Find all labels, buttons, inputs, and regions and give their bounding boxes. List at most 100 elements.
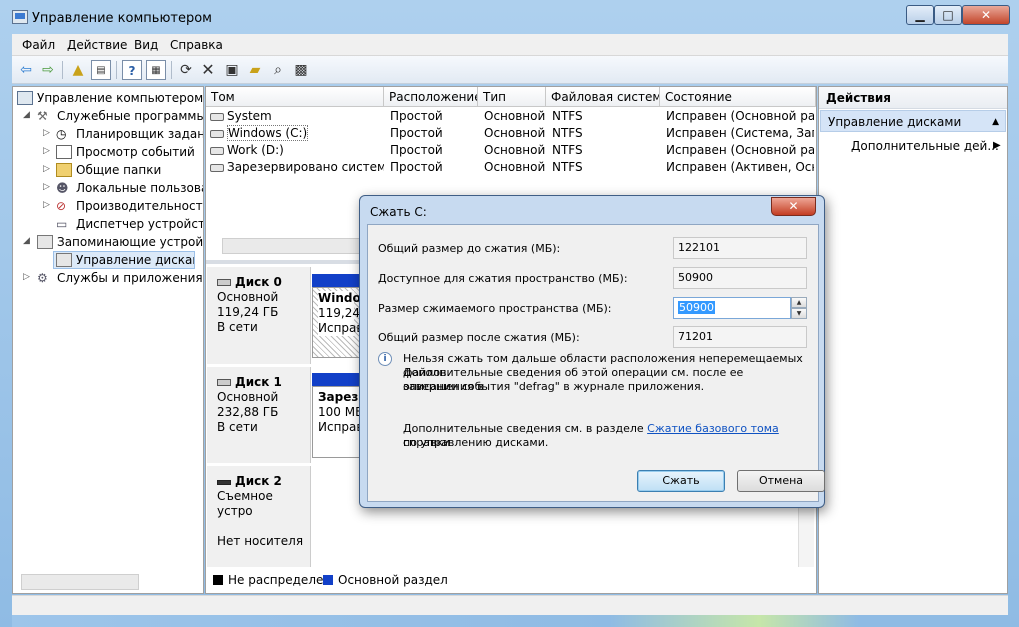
shrink-size-input[interactable]: 50900 (673, 297, 791, 319)
disk-type: Основной (217, 390, 279, 404)
computer-management-icon (12, 10, 28, 24)
volume-type: Основной (484, 109, 546, 123)
help-text-line-2: по управлению дисками. (403, 436, 549, 449)
maximize-button[interactable]: □ (934, 5, 962, 25)
desktop-background (12, 615, 1008, 627)
collapse-icon[interactable]: ◢ (23, 236, 30, 246)
info-note-line-3: описании события "defrag" в журнале прил… (403, 380, 705, 393)
volume-type: Основной (484, 143, 546, 157)
disk-type: Основной (217, 290, 279, 304)
tree-item-devices[interactable]: ▭ Диспетчер устройств (13, 216, 203, 234)
expand-icon[interactable]: ▷ (23, 272, 30, 282)
volume-type: Основной (484, 126, 546, 140)
menu-file[interactable]: Файл (22, 38, 55, 52)
close-button[interactable]: ✕ (962, 5, 1010, 25)
volume-status: Исправен (Основной разде (666, 109, 814, 123)
partition-windows[interactable]: Window 119,24 Исправ (312, 287, 360, 358)
disk-1-label[interactable]: Диск 1 Основной 232,88 ГБ В сети (207, 367, 311, 463)
event-viewer-icon (56, 145, 72, 159)
tree-item-shared[interactable]: ▷ Общие папки (13, 162, 203, 180)
dialog-title: Сжать С: (370, 205, 427, 219)
toolbar-separator (116, 61, 117, 79)
title-bar: Управление компьютером ▁ □ ✕ (0, 0, 1019, 34)
submenu-arrow-icon[interactable]: ▶ (993, 140, 1001, 151)
actions-pane: Действия Управление дисками ▲ Дополнител… (818, 86, 1008, 594)
actions-more-item[interactable]: Дополнительные дей... (851, 139, 999, 153)
settings-icon[interactable]: ▩ (291, 60, 311, 80)
disk-name: Диск 0 (235, 275, 282, 289)
tree-horizontal-scrollbar[interactable] (21, 574, 139, 590)
up-folder-icon[interactable]: ▲ (68, 60, 88, 80)
delete-icon[interactable]: ✕ (198, 60, 218, 80)
menu-action[interactable]: Действие (67, 38, 127, 52)
volume-list-horizontal-scrollbar[interactable] (222, 238, 372, 254)
properties-icon[interactable]: ▦ (146, 60, 166, 80)
column-header-volume[interactable]: Том (206, 87, 384, 107)
expand-icon[interactable]: ▷ (43, 128, 50, 138)
tree-item-root[interactable]: Управление компьютером (л (13, 90, 203, 108)
disk-name: Диск 1 (235, 375, 282, 389)
tree-item-scheduler[interactable]: ▷ ◷ Планировщик заданий (13, 126, 203, 144)
forward-arrow-icon[interactable]: ⇨ (38, 60, 58, 80)
console-tree: Управление компьютером (л ◢ ⚒ Служебные … (12, 86, 204, 594)
collapse-icon[interactable]: ◢ (23, 110, 30, 120)
shrink-dialog: Сжать С: ✕ Общий размер до сжатия (МБ): … (359, 195, 825, 508)
column-header-type[interactable]: Тип (478, 87, 546, 107)
volume-status: Исправен (Система, Загру (666, 126, 814, 140)
volume-type: Основной (484, 160, 546, 174)
menu-help[interactable]: Справка (170, 38, 223, 52)
after-size-label: Общий размер после сжатия (МБ): (378, 331, 580, 344)
clock-icon: ◷ (56, 127, 67, 141)
expand-icon[interactable]: ▷ (43, 182, 50, 192)
volume-name: Work (D:) (227, 143, 284, 157)
tree-item-apps[interactable]: ▷ ⚙ Службы и приложения (13, 270, 203, 288)
expand-icon[interactable]: ▷ (43, 164, 50, 174)
tree-item-perf[interactable]: ▷ ⊘ Производительность (13, 198, 203, 216)
tree-item-events[interactable]: ▷ Просмотр событий (13, 144, 203, 162)
spin-up-button[interactable]: ▲ (791, 297, 807, 308)
properties2-icon[interactable]: ▣ (222, 60, 242, 80)
disk-0-label[interactable]: Диск 0 Основной 119,24 ГБ В сети (207, 267, 311, 364)
search-icon[interactable]: ⌕ (268, 60, 288, 80)
refresh-icon[interactable]: ⟳ (176, 60, 196, 80)
tree-item-label: Просмотр событий (76, 145, 195, 159)
back-arrow-icon[interactable]: ⇦ (16, 60, 36, 80)
shrink-size-value: 50900 (678, 301, 715, 314)
dialog-body: Общий размер до сжатия (МБ): 122101 Дост… (367, 224, 825, 502)
dialog-close-button[interactable]: ✕ (771, 197, 816, 216)
collapse-up-icon[interactable]: ▲ (992, 111, 999, 133)
actions-section-disk-management[interactable]: Управление дисками ▲ (820, 110, 1006, 132)
console-tree-icon[interactable]: ▤ (91, 60, 111, 80)
shrink-button[interactable]: Сжать (637, 470, 725, 492)
computer-icon (17, 91, 33, 105)
disk-management-icon (56, 253, 72, 267)
tree-item-label: Служебные программы (57, 109, 203, 123)
volume-fs: NTFS (552, 126, 583, 140)
tree-item-services[interactable]: ◢ ⚒ Служебные программы (13, 108, 203, 126)
expand-icon[interactable]: ▷ (43, 200, 50, 210)
menu-view[interactable]: Вид (134, 38, 158, 52)
tree-item-storage[interactable]: ◢ Запоминающие устройст (13, 234, 203, 252)
cancel-button[interactable]: Отмена (737, 470, 825, 492)
expand-icon[interactable]: ▷ (43, 146, 50, 156)
column-header-status[interactable]: Состояние (660, 87, 816, 107)
disk-2-label[interactable]: Диск 2 Съемное устро Нет носителя (207, 466, 311, 567)
info-icon: i (378, 352, 392, 366)
open-icon[interactable]: ▰ (245, 60, 265, 80)
help-icon[interactable]: ? (122, 60, 142, 80)
spin-down-button[interactable]: ▼ (791, 308, 807, 319)
tree-item-diskmgmt[interactable]: Управление дисками (53, 251, 195, 269)
volume-layout: Простой (390, 126, 443, 140)
column-header-layout[interactable]: Расположение (384, 87, 478, 107)
legend-swatch-primary (323, 575, 333, 585)
volume-icon (210, 146, 224, 155)
shrink-size-label: Размер сжимаемого пространства (МБ): (378, 302, 612, 315)
column-header-filesystem[interactable]: Файловая система (546, 87, 660, 107)
tree-item-users[interactable]: ▷ ☻ Локальные пользовате (13, 180, 203, 198)
users-icon: ☻ (56, 181, 69, 195)
minimize-button[interactable]: ▁ (906, 5, 934, 25)
services-icon: ⚙ (37, 271, 48, 285)
partition-reserved[interactable]: Зарез 100 МБ Исправ (312, 386, 360, 458)
window-title: Управление компьютером (32, 11, 212, 26)
help-link-shrink-basic-volume[interactable]: Сжатие базового тома (647, 422, 779, 435)
